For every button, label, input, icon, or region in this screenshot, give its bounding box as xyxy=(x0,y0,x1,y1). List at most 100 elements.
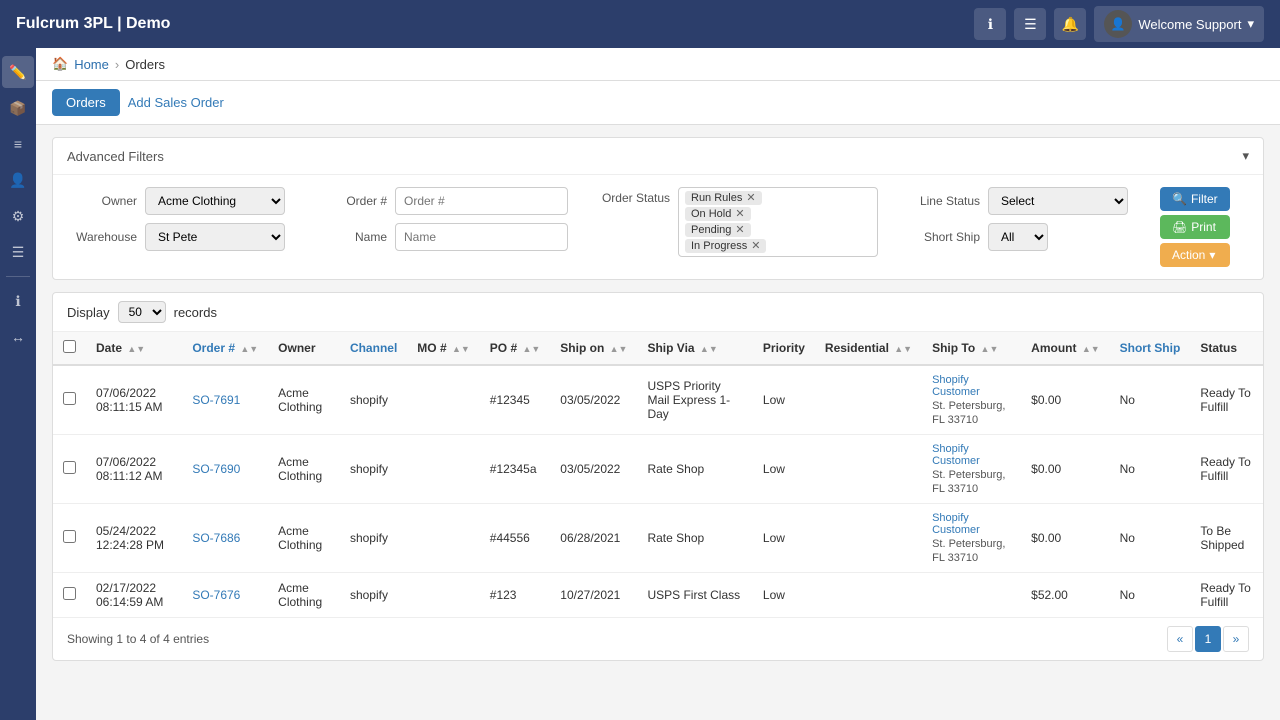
home-icon: 🏠 xyxy=(52,56,68,72)
remove-on-hold-btn[interactable]: ✕ xyxy=(735,209,744,220)
chevron-down-icon: ▾ xyxy=(1247,16,1254,32)
row-status: Ready To Fulfill xyxy=(1190,573,1263,618)
col-ship-via[interactable]: Ship Via ▲▼ xyxy=(637,332,752,365)
sidebar-item-edit[interactable]: ✏️ xyxy=(2,56,34,88)
row-checkbox-3[interactable] xyxy=(63,587,76,600)
col-po[interactable]: PO # ▲▼ xyxy=(480,332,551,365)
status-tags-container[interactable]: Run Rules ✕ On Hold ✕ xyxy=(678,187,878,257)
row-channel: shopify xyxy=(340,365,407,435)
filter-group-name: Name xyxy=(317,223,568,251)
row-priority: Low xyxy=(753,573,815,618)
sidebar-divider xyxy=(6,276,30,277)
avatar: 👤 xyxy=(1104,10,1132,38)
col-order[interactable]: Order # ▲▼ xyxy=(182,332,268,365)
user-label: Welcome Support xyxy=(1138,17,1241,32)
page-1-btn[interactable]: 1 xyxy=(1195,626,1221,652)
user-menu-btn[interactable]: 👤 Welcome Support ▾ xyxy=(1094,6,1264,42)
row-checkbox-0[interactable] xyxy=(63,392,76,405)
orders-button[interactable]: Orders xyxy=(52,89,120,116)
sidebar-item-users[interactable]: 👤 xyxy=(2,164,34,196)
short-ship-select[interactable]: All xyxy=(988,223,1048,251)
select-all-checkbox[interactable] xyxy=(63,340,76,353)
menu-icon-btn[interactable]: ☰ xyxy=(1014,8,1046,40)
col-ship-on[interactable]: Ship on ▲▼ xyxy=(550,332,637,365)
print-icon: 🖨 xyxy=(1172,220,1187,234)
info-icon-btn[interactable]: ℹ xyxy=(974,8,1006,40)
col-date[interactable]: Date ▲▼ xyxy=(86,332,182,365)
next-page-btn[interactable]: » xyxy=(1223,626,1249,652)
app-layout: ✏️ 📦 ≡ 👤 ⚙ ☰ ℹ ↔ 🏠 Home › Orders Orders … xyxy=(0,48,1280,720)
row-owner: Acme Clothing xyxy=(268,573,340,618)
row-status: To Be Shipped xyxy=(1190,504,1263,573)
row-po: #123 xyxy=(480,573,551,618)
ship-to-city: St. Petersburg, FL 33710 xyxy=(932,469,1005,495)
filter-group-owner: Owner Acme Clothing xyxy=(67,187,285,215)
row-date: 07/06/2022 08:11:12 AM xyxy=(86,435,182,504)
orders-table: Date ▲▼ Order # ▲▼ Owner Channel MO # ▲▼… xyxy=(53,332,1263,617)
owner-select[interactable]: Acme Clothing xyxy=(145,187,285,215)
status-tags-row1: Run Rules ✕ xyxy=(685,191,871,205)
filters-header[interactable]: Advanced Filters ▾ xyxy=(53,138,1263,174)
row-residential xyxy=(815,573,922,618)
row-date: 02/17/2022 06:14:59 AM xyxy=(86,573,182,618)
col-channel[interactable]: Channel xyxy=(340,332,407,365)
navbar-right: ℹ ☰ 🔔 👤 Welcome Support ▾ xyxy=(974,6,1264,42)
row-mo xyxy=(407,573,480,618)
col-ship-to[interactable]: Ship To ▲▼ xyxy=(922,332,1021,365)
sidebar-item-arrows[interactable]: ↔ xyxy=(2,321,34,353)
ship-to-name-link[interactable]: Shopify Customer xyxy=(932,443,1011,467)
order-link-0[interactable]: SO-7691 xyxy=(192,393,240,407)
line-status-select[interactable]: Select xyxy=(988,187,1128,215)
sidebar-item-packages[interactable]: 📦 xyxy=(2,92,34,124)
print-button[interactable]: 🖨 Print xyxy=(1160,215,1230,239)
order-num-input[interactable] xyxy=(395,187,568,215)
row-ship-to: Shopify CustomerSt. Petersburg, FL 33710 xyxy=(922,504,1021,573)
row-checkbox-2[interactable] xyxy=(63,530,76,543)
sidebar-item-settings[interactable]: ⚙ xyxy=(2,200,34,232)
ship-to-name-link[interactable]: Shopify Customer xyxy=(932,512,1011,536)
sidebar-item-menu[interactable]: ≡ xyxy=(2,128,34,160)
sidebar-item-info[interactable]: ℹ xyxy=(2,285,34,317)
row-mo xyxy=(407,365,480,435)
warehouse-select[interactable]: St Pete xyxy=(145,223,285,251)
prev-page-btn[interactable]: « xyxy=(1167,626,1193,652)
col-owner[interactable]: Owner xyxy=(268,332,340,365)
order-link-1[interactable]: SO-7690 xyxy=(192,462,240,476)
row-checkbox-cell xyxy=(53,365,86,435)
row-mo xyxy=(407,435,480,504)
chevron-down-icon: ▾ xyxy=(1209,248,1215,262)
sidebar-item-list[interactable]: ☰ xyxy=(2,236,34,268)
col-priority[interactable]: Priority xyxy=(753,332,815,365)
status-tags-row3: Pending ✕ xyxy=(685,223,871,237)
filter-button[interactable]: 🔍 Filter xyxy=(1160,187,1230,211)
remove-in-progress-btn[interactable]: ✕ xyxy=(751,241,760,252)
status-tag-on-hold: On Hold ✕ xyxy=(685,207,751,221)
order-link-3[interactable]: SO-7676 xyxy=(192,588,240,602)
ship-to-name-link[interactable]: Shopify Customer xyxy=(932,374,1011,398)
col-status[interactable]: Status xyxy=(1190,332,1263,365)
add-sales-order-button[interactable]: Add Sales Order xyxy=(128,95,224,110)
name-input[interactable] xyxy=(395,223,568,251)
filter-group-order-num: Order # xyxy=(317,187,568,215)
col-short-ship[interactable]: Short Ship xyxy=(1110,332,1191,365)
row-ship-via: USPS First Class xyxy=(637,573,752,618)
row-ship-to xyxy=(922,573,1021,618)
row-channel: shopify xyxy=(340,435,407,504)
filters-panel: Advanced Filters ▾ Owner Acme Clothing xyxy=(52,137,1264,280)
breadcrumb-home[interactable]: Home xyxy=(74,57,109,72)
action-button[interactable]: Action ▾ xyxy=(1160,243,1230,267)
row-checkbox-1[interactable] xyxy=(63,461,76,474)
col-mo[interactable]: MO # ▲▼ xyxy=(407,332,480,365)
display-select[interactable]: 50 xyxy=(118,301,166,323)
table-row: 07/06/2022 08:11:15 AM SO-7691 Acme Clot… xyxy=(53,365,1263,435)
table-body: 07/06/2022 08:11:15 AM SO-7691 Acme Clot… xyxy=(53,365,1263,617)
remove-run-rules-btn[interactable]: ✕ xyxy=(746,193,755,204)
remove-pending-btn[interactable]: ✕ xyxy=(735,225,744,236)
bell-icon-btn[interactable]: 🔔 xyxy=(1054,8,1086,40)
row-short-ship: No xyxy=(1110,504,1191,573)
col-residential[interactable]: Residential ▲▼ xyxy=(815,332,922,365)
row-channel: shopify xyxy=(340,573,407,618)
filter-actions: 🔍 Filter 🖨 Print Action ▾ xyxy=(1160,187,1230,267)
col-amount[interactable]: Amount ▲▼ xyxy=(1021,332,1109,365)
order-link-2[interactable]: SO-7686 xyxy=(192,531,240,545)
